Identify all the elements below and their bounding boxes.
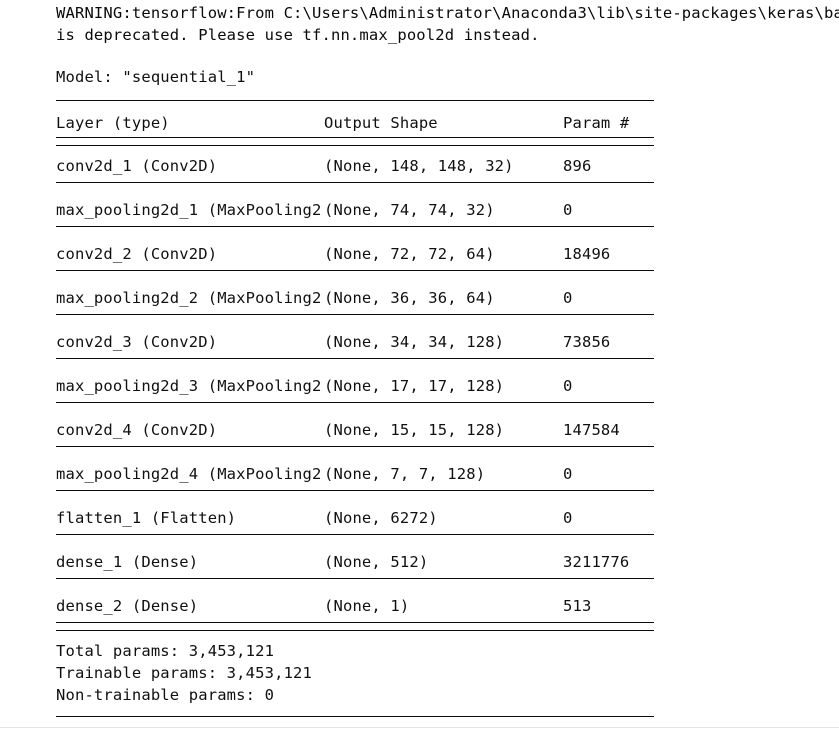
console-output-pane: WARNING:tensorflow:From C:\Users\Adminis… — [0, 0, 839, 728]
table-row-param: 0 — [563, 201, 573, 219]
table-row-param: 896 — [563, 157, 592, 175]
totals-double-rule — [56, 622, 654, 631]
table-row-layer: conv2d_4 (Conv2D) — [56, 421, 218, 439]
model-title: Model: "sequential_1" — [56, 68, 256, 86]
table-row-output-shape: (None, 1) — [324, 597, 410, 615]
table-row-layer: flatten_1 (Flatten) — [56, 509, 237, 527]
row-separator-rule — [56, 490, 654, 494]
table-row-layer: max_pooling2d_2 (MaxPooling2 — [56, 289, 322, 307]
table-row-layer: dense_1 (Dense) — [56, 553, 199, 571]
table-row-output-shape: (None, 6272) — [324, 509, 438, 527]
table-row-layer: max_pooling2d_4 (MaxPooling2 — [56, 465, 322, 483]
row-separator-rule — [56, 314, 654, 318]
non-trainable-params: Non-trainable params: 0 — [56, 686, 275, 704]
tensorflow-warning-line-2: is deprecated. Please use tf.nn.max_pool… — [56, 26, 540, 44]
table-row-param: 147584 — [563, 421, 620, 439]
row-separator-rule — [56, 402, 654, 406]
row-separator-rule — [56, 270, 654, 274]
summary-bottom-rule — [56, 716, 654, 720]
column-header-output-shape: Output Shape — [324, 114, 438, 132]
summary-top-rule — [56, 100, 654, 104]
table-row-param: 18496 — [563, 245, 611, 263]
table-row-param: 0 — [563, 377, 573, 395]
table-row-param: 0 — [563, 465, 573, 483]
total-params: Total params: 3,453,121 — [56, 642, 275, 660]
column-header-layer: Layer (type) — [56, 114, 170, 132]
table-row-output-shape: (None, 72, 72, 64) — [324, 245, 495, 263]
table-row-output-shape: (None, 34, 34, 128) — [324, 333, 505, 351]
table-row-output-shape: (None, 512) — [324, 553, 429, 571]
table-row-param: 0 — [563, 509, 573, 527]
table-row-param: 73856 — [563, 333, 611, 351]
table-row-output-shape: (None, 7, 7, 128) — [324, 465, 486, 483]
table-row-param: 0 — [563, 289, 573, 307]
table-row-output-shape: (None, 148, 148, 32) — [324, 157, 514, 175]
row-separator-rule — [56, 182, 654, 186]
row-separator-rule — [56, 578, 654, 582]
row-separator-rule — [56, 534, 654, 538]
row-separator-rule — [56, 226, 654, 230]
column-header-param: Param # — [563, 114, 630, 132]
header-double-rule — [56, 137, 654, 146]
tensorflow-warning-line-1: WARNING:tensorflow:From C:\Users\Adminis… — [56, 4, 839, 22]
table-row-layer: conv2d_1 (Conv2D) — [56, 157, 218, 175]
table-row-param: 3211776 — [563, 553, 630, 571]
table-row-output-shape: (None, 36, 36, 64) — [324, 289, 495, 307]
table-row-layer: max_pooling2d_3 (MaxPooling2 — [56, 377, 322, 395]
row-separator-rule — [56, 358, 654, 362]
table-row-output-shape: (None, 74, 74, 32) — [324, 201, 495, 219]
table-row-output-shape: (None, 17, 17, 128) — [324, 377, 505, 395]
table-row-layer: dense_2 (Dense) — [56, 597, 199, 615]
table-row-layer: max_pooling2d_1 (MaxPooling2 — [56, 201, 322, 219]
row-separator-rule — [56, 446, 654, 450]
table-row-param: 513 — [563, 597, 592, 615]
table-row-output-shape: (None, 15, 15, 128) — [324, 421, 505, 439]
table-row-layer: conv2d_2 (Conv2D) — [56, 245, 218, 263]
trainable-params: Trainable params: 3,453,121 — [56, 664, 313, 682]
table-row-layer: conv2d_3 (Conv2D) — [56, 333, 218, 351]
